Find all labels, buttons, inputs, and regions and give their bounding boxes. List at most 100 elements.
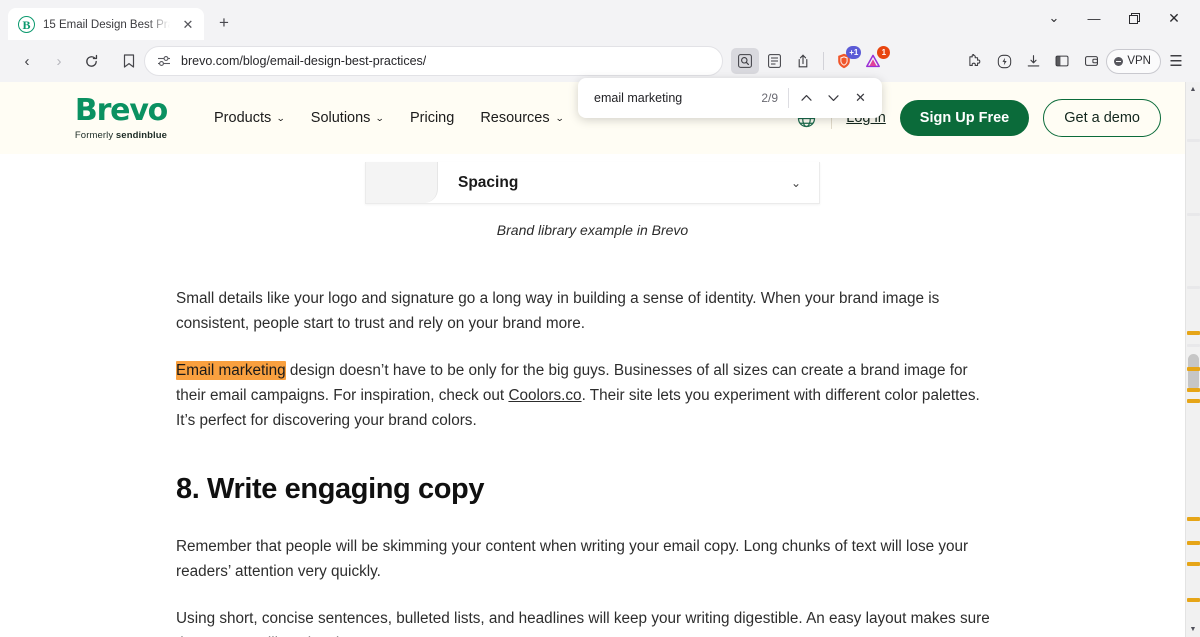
vpn-status-icon — [1114, 57, 1123, 66]
find-match-count: 2/9 — [761, 91, 778, 105]
minimize-button[interactable]: — — [1074, 3, 1114, 33]
reader-mode-icon[interactable] — [760, 48, 788, 74]
article-column: Small details like your logo and signatu… — [176, 238, 994, 637]
brave-shields-icon[interactable]: +1 — [830, 48, 858, 74]
close-window-button[interactable]: ✕ — [1154, 3, 1194, 33]
figure-row-label: Spacing — [458, 174, 791, 192]
sidebar-glyph — [1055, 54, 1069, 68]
address-bar[interactable]: brevo.com/blog/email-design-best-practic… — [144, 46, 723, 76]
tab-favicon: B — [18, 16, 35, 33]
scrollbar-match-tick — [1187, 562, 1200, 566]
figure-sidebar-block — [366, 162, 438, 203]
share-icon[interactable] — [789, 48, 817, 74]
scrollbar-match-tick — [1187, 399, 1200, 403]
vpn-button[interactable]: VPN — [1106, 49, 1161, 74]
scrollbar-tick — [1187, 286, 1200, 289]
wallet-glyph — [1084, 54, 1099, 68]
find-glyph — [738, 54, 752, 68]
scroll-down-arrow-icon[interactable]: ▼ — [1186, 622, 1200, 637]
chevron-down-icon: ⌄ — [555, 113, 564, 124]
find-in-page-bar: email marketing 2/9 ✕ — [578, 78, 882, 118]
brevo-logo[interactable]: Brevo Formerly sendinblue — [56, 96, 186, 141]
find-in-page-icon[interactable] — [731, 48, 759, 74]
find-previous-button[interactable] — [793, 85, 820, 112]
sidebar-icon[interactable] — [1048, 48, 1076, 74]
bookmark-icon[interactable] — [114, 46, 144, 76]
tab-search-button[interactable]: ⌄ — [1034, 3, 1074, 33]
scrollbar-match-tick — [1187, 367, 1200, 371]
chevron-up-icon — [801, 94, 812, 102]
site-nav: Products ⌄ Solutions ⌄ Pricing Resources… — [214, 110, 563, 126]
maximize-button[interactable] — [1114, 3, 1154, 33]
nav-item-resources[interactable]: Resources ⌄ — [480, 110, 563, 126]
nav-label-solutions: Solutions — [311, 110, 371, 126]
share-glyph — [796, 54, 810, 68]
site-settings-icon[interactable] — [157, 55, 171, 67]
paragraph-1: Small details like your logo and signatu… — [176, 286, 994, 336]
nav-label-pricing: Pricing — [410, 110, 454, 126]
scrollbar-tick — [1187, 213, 1200, 216]
find-divider — [788, 88, 789, 108]
nav-item-products[interactable]: Products ⌄ — [214, 110, 285, 126]
paragraph-3: Remember that people will be skimming yo… — [176, 534, 994, 584]
address-bar-area: brevo.com/blog/email-design-best-practic… — [114, 46, 723, 76]
downloads-icon[interactable] — [1019, 48, 1047, 74]
sign-up-free-button[interactable]: Sign Up Free — [900, 100, 1029, 137]
section-heading: 8. Write engaging copy — [176, 473, 994, 506]
get-a-demo-button[interactable]: Get a demo — [1043, 99, 1161, 138]
scrollbar-thumb[interactable] — [1188, 354, 1199, 391]
browser-window: B 15 Email Design Best Practices f ✕ + ⌄… — [0, 0, 1200, 637]
back-icon[interactable]: ‹ — [12, 46, 42, 76]
toolbar-divider — [823, 52, 824, 70]
navigation-toolbar: ‹ › — [0, 40, 1200, 82]
paragraph-2: Email marketing design doesn’t have to b… — [176, 358, 994, 433]
reload-glyph — [84, 54, 99, 69]
toolbar-actions-right: VPN ☰ — [961, 48, 1190, 74]
brand-library-screenshot: Spacing ⌄ — [365, 162, 820, 204]
nav-label-resources: Resources — [480, 110, 549, 126]
logo-tagline-prefix: Formerly — [75, 130, 116, 141]
article-figure: Spacing ⌄ Brand library example in Brevo — [0, 154, 1185, 238]
chevron-down-icon: ⌄ — [276, 113, 285, 124]
find-match-highlight: Email marketing — [176, 361, 286, 380]
find-query-input[interactable]: email marketing — [594, 91, 761, 105]
scrollbar-match-tick — [1187, 388, 1200, 392]
url-text: brevo.com/blog/email-design-best-practic… — [181, 54, 426, 68]
nav-item-pricing[interactable]: Pricing — [410, 110, 454, 126]
site-settings-glyph — [157, 55, 171, 67]
scrollbar-match-tick — [1187, 541, 1200, 545]
nav-item-solutions[interactable]: Solutions ⌄ — [311, 110, 384, 126]
page-scrollbar[interactable]: ▲ ▼ — [1185, 82, 1200, 637]
scrollbar-tick — [1187, 344, 1200, 347]
wallet-icon[interactable] — [1077, 48, 1105, 74]
coolors-link[interactable]: Coolors.co — [508, 387, 581, 404]
scrollbar-match-tick — [1187, 517, 1200, 521]
page-viewport: Brevo Formerly sendinblue Products ⌄ Sol… — [0, 82, 1200, 637]
window-controls: ⌄ — ✕ — [1034, 3, 1194, 33]
browser-tab[interactable]: B 15 Email Design Best Practices f ✕ — [8, 8, 204, 41]
maximize-icon — [1129, 13, 1140, 24]
find-next-button[interactable] — [820, 85, 847, 112]
web-page: Brevo Formerly sendinblue Products ⌄ Sol… — [0, 82, 1185, 637]
figure-caption: Brand library example in Brevo — [497, 222, 688, 238]
new-tab-button[interactable]: + — [214, 13, 234, 33]
article-body: Spacing ⌄ Brand library example in Brevo… — [0, 154, 1185, 637]
scrollbar-track[interactable] — [1186, 97, 1200, 622]
extensions-puzzle-icon[interactable] — [961, 48, 989, 74]
extension-triangle-icon[interactable]: 1 — [859, 48, 887, 74]
scroll-up-arrow-icon[interactable]: ▲ — [1186, 82, 1200, 97]
reader-glyph — [768, 54, 781, 68]
extension-badge: 1 — [877, 46, 890, 59]
browser-menu-icon[interactable]: ☰ — [1162, 48, 1190, 74]
tab-close-icon[interactable]: ✕ — [178, 15, 198, 35]
download-glyph — [1026, 54, 1041, 69]
reload-icon[interactable] — [76, 46, 106, 76]
scrollbar-match-tick — [1187, 331, 1200, 335]
logo-tagline-brand: sendinblue — [116, 130, 167, 141]
vpn-label: VPN — [1127, 55, 1151, 67]
find-close-button[interactable]: ✕ — [847, 85, 874, 112]
leo-glyph — [997, 54, 1012, 69]
leo-ai-icon[interactable] — [990, 48, 1018, 74]
forward-icon[interactable]: › — [44, 46, 74, 76]
chevron-down-icon: ⌄ — [375, 113, 384, 124]
